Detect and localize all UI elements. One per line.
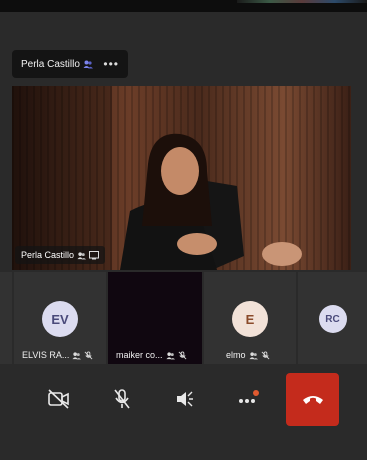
more-actions-button[interactable] (222, 372, 274, 426)
spotlight-name-pill[interactable]: Perla Castillo ••• (12, 50, 128, 78)
participant-icon (83, 60, 93, 69)
mic-off-icon (261, 350, 269, 359)
participant-strip[interactable]: EV ELVIS RA... maiker co... E elmo RC (0, 272, 367, 364)
hang-up-button[interactable] (286, 373, 339, 426)
participant-tile[interactable]: EV ELVIS RA... (14, 272, 106, 364)
main-video-name: Perla Castillo (21, 250, 75, 260)
avatar: RC (318, 305, 347, 333)
participant-tile-partial (0, 272, 12, 364)
notification-dot (253, 390, 259, 396)
mic-off-icon (178, 350, 186, 359)
participant-icon (248, 351, 258, 360)
hang-up-icon (302, 395, 323, 404)
more-icon (239, 390, 259, 403)
participant-label: ELVIS RA... (22, 350, 93, 360)
speaker-icon (177, 391, 193, 407)
participant-name: maiker co... (116, 350, 163, 360)
call-controls (0, 372, 367, 428)
participant-tile[interactable]: maiker co... (108, 272, 202, 364)
top-bar (0, 0, 367, 12)
participant-label: maiker co... (116, 350, 187, 360)
participant-icon (77, 251, 87, 260)
main-video-label: Perla Castillo (15, 246, 106, 264)
participant-icon (72, 351, 82, 360)
participant-tile[interactable]: E elmo (204, 272, 296, 364)
mic-toggle-button[interactable] (96, 372, 148, 426)
participant-tile[interactable]: RC (298, 272, 367, 364)
avatar: EV (42, 301, 78, 337)
avatar: E (232, 301, 268, 337)
camera-toggle-button[interactable] (33, 372, 85, 426)
mic-off-icon (114, 389, 130, 409)
participant-name: ELVIS RA... (22, 350, 70, 360)
participant-name: elmo (226, 350, 246, 360)
speaker-button[interactable] (159, 372, 211, 426)
more-options-button[interactable]: ••• (103, 58, 119, 70)
video-frame (12, 86, 351, 270)
top-bar-strip (237, 0, 367, 3)
participant-label: elmo (226, 350, 270, 360)
mic-off-icon (84, 350, 93, 359)
main-video[interactable]: Perla Castillo (12, 86, 351, 270)
participant-icon (165, 351, 175, 360)
camera-off-icon (48, 389, 69, 409)
spotlight-name: Perla Castillo (21, 58, 80, 70)
screen-share-icon (89, 250, 100, 259)
